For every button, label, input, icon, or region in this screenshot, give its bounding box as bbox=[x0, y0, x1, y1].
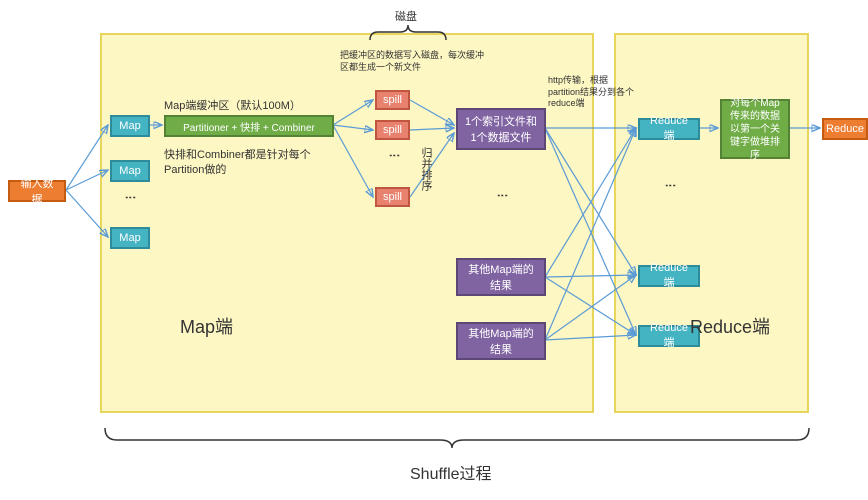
disk-label: 磁盘 bbox=[395, 8, 417, 24]
partition-note: 快排和Combiner都是针对每个Partition做的 bbox=[164, 148, 334, 179]
other-map-1: 其他Map端的 结果 bbox=[456, 258, 546, 296]
index-data-file: 1个索引文件和 1个数据文件 bbox=[456, 108, 546, 150]
reduce-side-label: Reduce端 bbox=[690, 313, 770, 339]
http-note: http传输，根据partition结果分到各个reduce端 bbox=[548, 75, 638, 110]
spill-note: 把缓冲区的数据写入磁盘，每次缓冲区都生成一个新文件 bbox=[340, 50, 490, 73]
spill-2: spill bbox=[375, 120, 410, 140]
result-dots: ⋮ bbox=[496, 190, 509, 203]
heap-sort: 对每个Map传来的数据以第一个关键字做堆排序 bbox=[720, 99, 790, 159]
map-1: Map bbox=[110, 115, 150, 137]
reduce-end-1: Reduce端 bbox=[638, 118, 700, 140]
spill-dots: ⋮ bbox=[388, 150, 401, 163]
partitioner: Partitioner + 快排 + Combiner bbox=[164, 115, 334, 137]
other-map-2: 其他Map端的 结果 bbox=[456, 322, 546, 360]
map-buffer-note: Map端缓冲区（默认100M） bbox=[164, 97, 301, 113]
reduce-output: Reduce bbox=[822, 118, 868, 140]
spill-1: spill bbox=[375, 90, 410, 110]
spill-3: spill bbox=[375, 187, 410, 207]
map-3: Map bbox=[110, 227, 150, 249]
reduce-zone bbox=[614, 33, 809, 413]
map-2: Map bbox=[110, 160, 150, 182]
reduce-end-2: Reduce端 bbox=[638, 265, 700, 287]
input-data: 输入数据 bbox=[8, 180, 66, 202]
reduce-dots: ⋮ bbox=[664, 180, 677, 193]
map-dots: ⋮ bbox=[124, 192, 137, 205]
merge-sort: 归并排序 bbox=[418, 147, 434, 191]
map-side-label: Map端 bbox=[180, 313, 233, 339]
shuffle-label: Shuffle过程 bbox=[410, 460, 492, 484]
